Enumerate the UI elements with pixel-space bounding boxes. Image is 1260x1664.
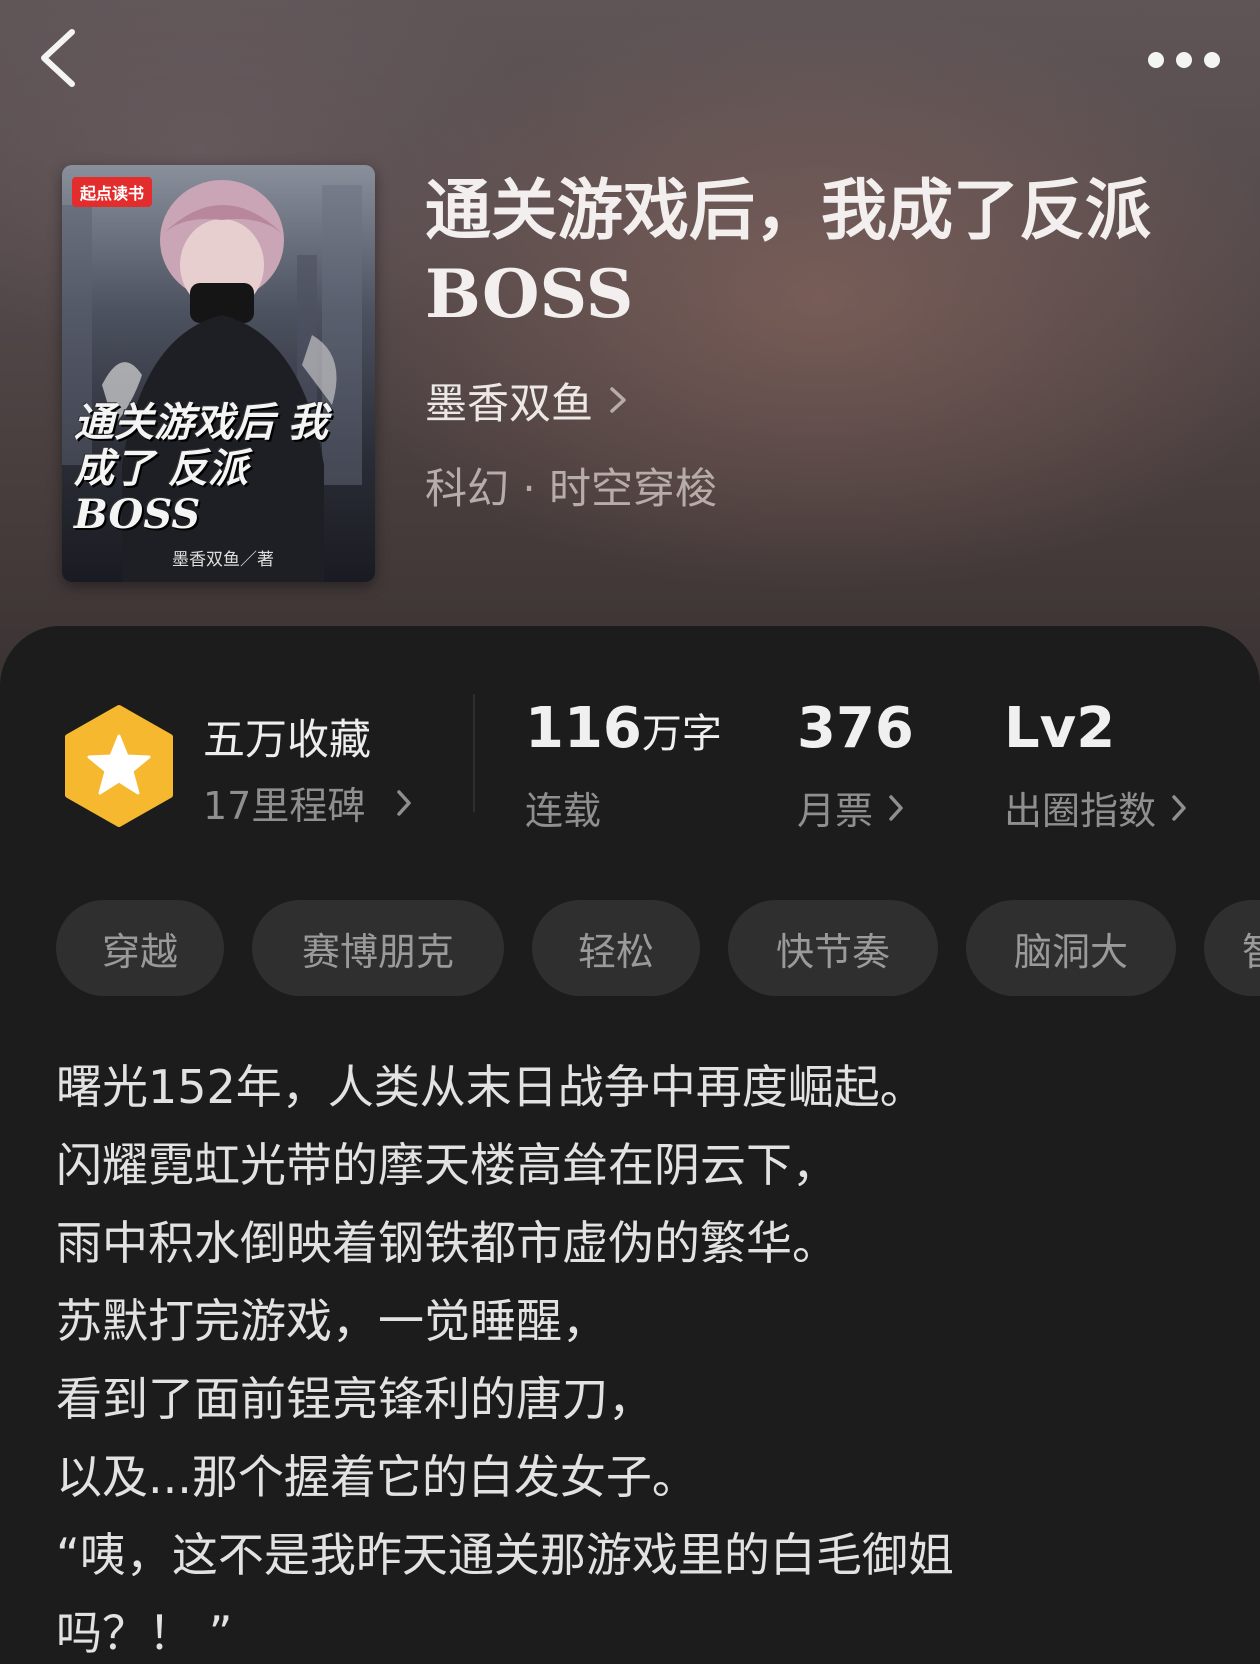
synopsis-line: 吗？！ ” — [56, 1606, 233, 1660]
chevron-left-icon — [41, 29, 75, 87]
cover-author-art: 墨香双鱼／著 — [172, 550, 274, 570]
synopsis: 曙光152年，人类从末日战争中再度崛起。 闪耀霓虹光带的摩天楼高耸在阴云下， 雨… — [56, 1048, 1236, 1664]
cover-title-art: 通关游戏后 我成了 反派BOSS — [74, 399, 328, 538]
monthly-votes-link[interactable]: 月票 — [797, 780, 905, 835]
monthly-votes-value: 376 — [797, 696, 914, 761]
synopsis-line: 曙光152年，人类从末日战争中再度崛起。 — [56, 1060, 926, 1114]
chevron-right-icon — [889, 794, 903, 821]
book-cover[interactable]: 起点读书 通关游戏后 我成了 反派BOSS 墨香双鱼／著 — [62, 165, 375, 582]
book-title-line: BOSS — [425, 255, 634, 333]
tag-chip[interactable]: 智 — [1204, 900, 1260, 996]
monthly-votes-label: 月票 — [797, 789, 874, 833]
serial-status: 连载 — [525, 780, 601, 835]
synopsis-line: “咦，这不是我昨天通关那游戏里的白毛御姐 — [56, 1528, 954, 1582]
word-count-unit: 万字 — [641, 711, 722, 757]
circle-index-value: Lv2 — [1004, 696, 1116, 761]
synopsis-line: 看到了面前锃亮锋利的唐刀， — [56, 1372, 654, 1426]
circle-index-label: 出圈指数 — [1004, 789, 1157, 833]
circle-index-link[interactable]: 出圈指数 — [1004, 780, 1188, 835]
tag-chip[interactable]: 快节奏 — [728, 900, 938, 996]
cover-publisher-logo: 起点读书 — [72, 177, 153, 207]
chevron-right-icon — [1172, 794, 1186, 821]
tag-chip[interactable]: 赛博朋克 — [252, 900, 504, 996]
book-title: 通关游戏后，我成了反派 BOSS — [425, 168, 1225, 336]
serial-status-label: 连载 — [525, 789, 602, 833]
synopsis-line: 闪耀霓虹光带的摩天楼高耸在阴云下， — [56, 1138, 838, 1192]
genre-label: 科幻 · 时空穿梭 — [425, 464, 718, 513]
star-badge-icon — [65, 705, 173, 827]
synopsis-line: 雨中积水倒映着钢铁都市虚伪的繁华。 — [56, 1216, 838, 1270]
word-count: 116万字 — [525, 694, 722, 769]
milestone-link[interactable]: 17里程碑 — [203, 775, 413, 830]
synopsis-line: 苏默打完游戏，一觉睡醒， — [56, 1294, 608, 1348]
more-dots-icon — [1148, 52, 1220, 68]
back-button[interactable] — [34, 26, 94, 90]
milestone-label: 17里程碑 — [203, 784, 366, 828]
author-name: 墨香双鱼 — [425, 378, 594, 428]
tag-chip[interactable]: 轻松 — [532, 900, 700, 996]
book-title-line: 通关游戏后，我成了反派 — [425, 171, 1151, 249]
collection-count: 五万收藏 — [203, 715, 372, 764]
tag-chip[interactable]: 穿越 — [56, 900, 224, 996]
stats-divider — [473, 694, 475, 812]
tag-chip[interactable]: 脑洞大 — [966, 900, 1176, 996]
author-link[interactable]: 墨香双鱼 — [425, 370, 629, 430]
word-count-value: 116 — [525, 696, 642, 761]
synopsis-line: 以及...那个握着它的白发女子。 — [56, 1450, 698, 1504]
chevron-right-icon — [610, 387, 626, 413]
chevron-right-icon — [397, 789, 412, 816]
tag-list: 穿越 赛博朋克 轻松 快节奏 脑洞大 智 — [56, 900, 1260, 996]
more-button[interactable] — [1140, 40, 1230, 80]
